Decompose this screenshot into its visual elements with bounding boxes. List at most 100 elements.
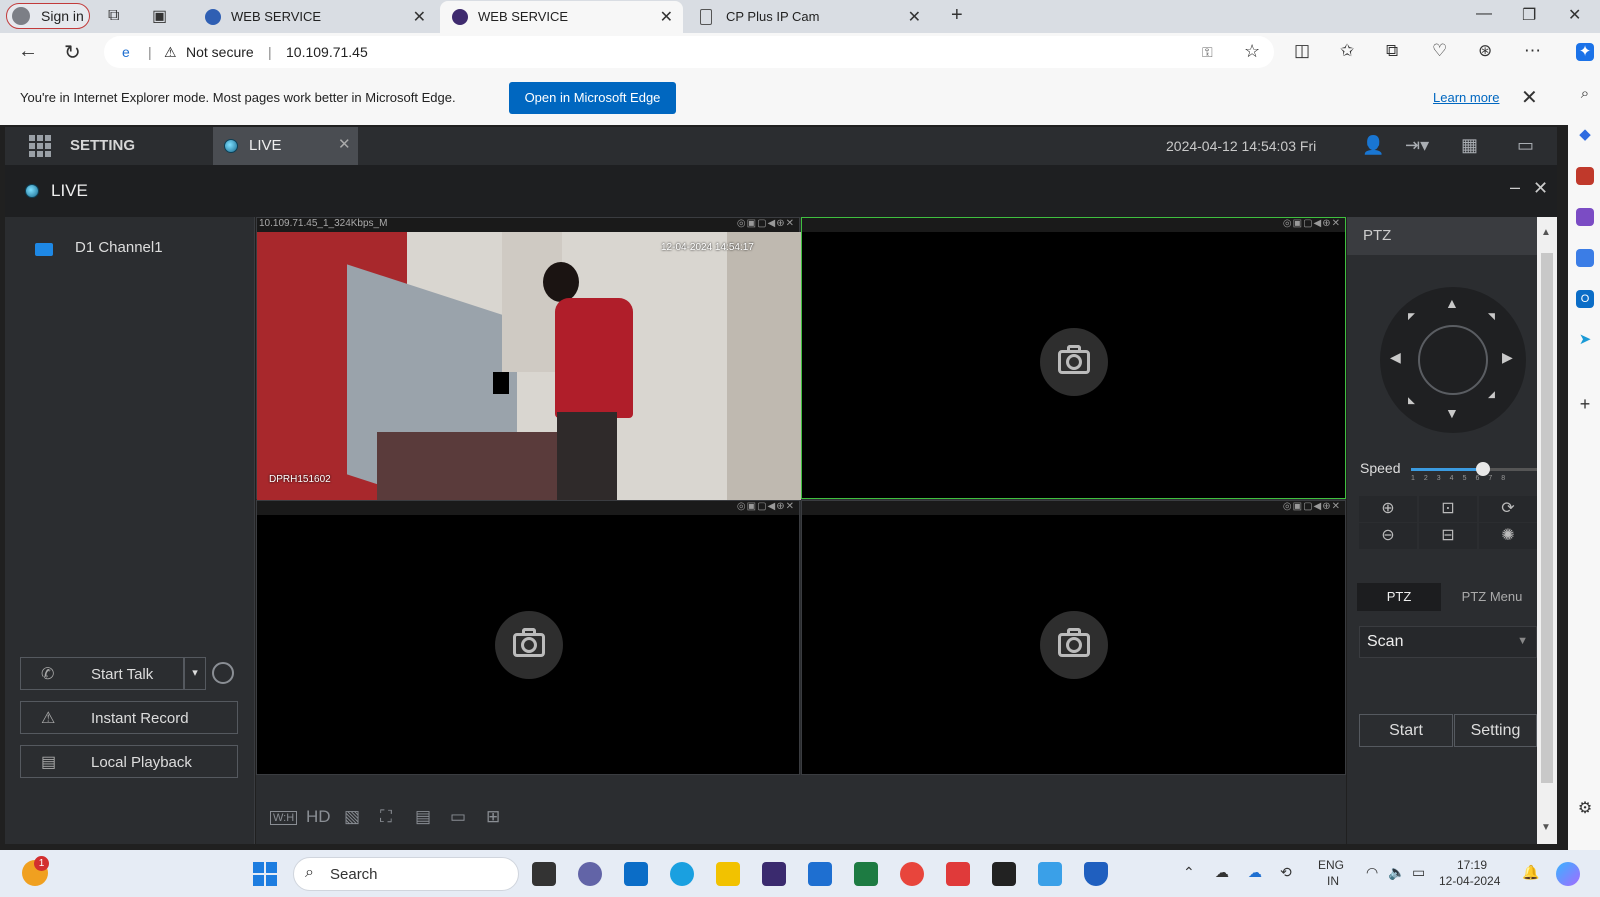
hd-button[interactable]: HD [306,807,331,827]
region-indicator[interactable]: IN [1327,874,1339,888]
restore-window-icon[interactable]: ❐ [1522,5,1536,25]
network-app-icon[interactable] [1038,862,1062,886]
pan-down-left-icon[interactable]: ◣ [1408,395,1415,406]
talk-status-indicator[interactable] [212,662,234,684]
aspect-ratio-button[interactable]: W:H [270,811,298,825]
pan-left-icon[interactable]: ◀ [1390,349,1401,366]
close-banner-icon[interactable]: ✕ [1521,85,1538,110]
url-text[interactable]: 10.109.71.45 [286,44,368,60]
outlook-icon[interactable]: O [1576,290,1594,308]
pan-up-icon[interactable]: ▲ [1445,295,1459,311]
close-tab-icon[interactable]: ✕ [660,7,673,27]
minimize-window-icon[interactable]: — [1476,5,1492,23]
tab-actions-icon[interactable]: ▣ [152,6,167,26]
video-cell-1[interactable]: 10.109.71.45_1_324Kbps_M ◎▣▢◀⊕✕ 12-04-20… [256,217,801,500]
file-explorer-icon[interactable] [716,862,740,886]
camera-channel-icon[interactable] [35,243,53,256]
microsoft-365-icon[interactable] [1576,249,1594,267]
cell-controls[interactable]: ◎▣▢◀⊕✕ [737,501,795,512]
tools-icon[interactable] [1576,167,1594,185]
focus-far-icon[interactable]: ⊟ [1419,523,1477,549]
favorites-icon[interactable]: ✩ [1340,41,1354,61]
anydesk-icon[interactable] [946,862,970,886]
video-cell-2[interactable]: ◎▣▢◀⊕✕ [801,217,1346,499]
speed-slider-knob[interactable] [1476,462,1490,476]
zoom-out-icon[interactable]: ⊖ [1359,523,1417,549]
ptz-direction-pad[interactable]: ▲ ▼ ◀ ▶ ◤ ◥ ◣ ◢ [1380,287,1526,433]
quad-view-icon[interactable]: ⊞ [486,807,500,827]
ie-mode-icon[interactable]: e [122,44,130,60]
close-tab-icon[interactable]: ✕ [908,7,921,27]
clock-date[interactable]: 12-04-2024 [1439,874,1500,888]
teams-icon[interactable] [578,862,602,886]
live-tab[interactable]: LIVE ✕ [213,127,358,165]
instant-record-button[interactable]: ⚠ Instant Record [20,701,238,734]
key-icon[interactable]: ⚿ [1202,44,1213,61]
workspaces-icon[interactable]: ⧉ [108,7,119,25]
edge-taskbar-icon[interactable] [670,862,694,886]
learn-more-link[interactable]: Learn more [1433,90,1499,105]
pan-down-icon[interactable]: ▼ [1445,405,1459,421]
performance-icon[interactable]: ⊛ [1478,41,1492,61]
refresh-icon[interactable]: ↻ [64,40,81,65]
warning-icon[interactable]: ⚠ [164,44,177,61]
copilot-taskbar-icon[interactable] [1556,862,1580,886]
close-panel-icon[interactable]: ✕ [1533,178,1548,199]
pan-up-left-icon[interactable]: ◤ [1408,311,1415,322]
user-icon[interactable]: 👤 [1362,135,1384,156]
qr-code-icon[interactable]: ▦ [1461,135,1478,156]
start-talk-button[interactable]: ✆ Start Talk [20,657,184,690]
stream-icon[interactable]: ▧ [344,807,360,827]
volume-icon[interactable]: 🔈 [1388,864,1405,881]
cell-controls[interactable]: ◎▣▢◀⊕✕ [1283,218,1341,229]
drop-icon[interactable]: ➤ [1576,331,1594,349]
favorite-star-icon[interactable]: ☆ [1244,41,1260,62]
add-sidebar-app-icon[interactable]: + [1576,395,1594,413]
url-box[interactable]: e | ⚠ Not secure | 10.109.71.45 ⚿ ☆ [104,36,1274,68]
not-secure-label[interactable]: Not secure [186,44,254,60]
cell-controls[interactable]: ◎▣▢◀⊕✕ [1283,501,1341,512]
iris-icon[interactable]: ✺ [1479,523,1537,549]
tab-cp-plus[interactable]: CP Plus IP Cam ✕ [688,1,931,33]
clock-time[interactable]: 17:19 [1457,858,1487,872]
full-window-icon[interactable]: ▤ [415,807,431,827]
sidebar-settings-icon[interactable]: ⚙ [1576,800,1594,818]
scroll-up-icon[interactable]: ▲ [1541,227,1551,238]
collections-icon[interactable]: ⧉ [1386,41,1398,61]
split-screen-icon[interactable]: ◫ [1294,41,1310,61]
taskbar-search-box[interactable]: ⌕ Search [293,857,519,891]
sign-in-button[interactable]: Sign in [6,3,90,29]
single-view-icon[interactable]: ▭ [450,807,466,827]
setting-button[interactable]: Setting [1454,714,1537,747]
close-window-icon[interactable]: ✕ [1568,5,1581,25]
fullscreen-monitor-icon[interactable]: ▭ [1517,135,1534,156]
fit-screen-icon[interactable]: ⛶ [380,807,392,827]
tab-web-service-1[interactable]: WEB SERVICE ✕ [193,1,436,33]
tab-web-service-2[interactable]: WEB SERVICE ✕ [440,1,683,33]
back-icon[interactable]: ← [18,40,38,63]
more-options-icon[interactable]: ⋯ [1524,41,1541,61]
search-icon[interactable]: ⌕ [1576,85,1594,103]
logout-icon[interactable]: ⇥▾ [1405,135,1429,156]
video-cell-3[interactable]: ◎▣▢◀⊕✕ [256,500,800,775]
scroll-down-icon[interactable]: ▼ [1541,822,1551,833]
pan-right-icon[interactable]: ▶ [1502,349,1513,366]
setting-menu[interactable]: SETTING [70,137,135,154]
rotate-icon[interactable]: ⟳ [1479,496,1537,522]
copilot-icon[interactable]: ✦ [1576,43,1594,61]
show-hidden-icons-icon[interactable]: ⌃ [1183,864,1195,881]
local-playback-button[interactable]: ▤ Local Playback [20,745,238,778]
close-live-tab-icon[interactable]: ✕ [338,135,351,153]
games-icon[interactable] [1576,208,1594,226]
browser-essentials-icon[interactable]: ♡ [1432,41,1447,61]
pan-up-right-icon[interactable]: ◥ [1488,311,1495,322]
notifications-bell-icon[interactable]: 🔔 [1522,864,1539,881]
ptz-function-select[interactable]: Scan ▼ [1359,626,1537,658]
talk-dropdown-button[interactable]: ▾ [184,657,206,690]
channel-item[interactable]: D1 Channel1 [75,239,163,256]
pan-down-right-icon[interactable]: ◢ [1488,389,1495,400]
zoom-in-icon[interactable]: ⊕ [1359,496,1417,522]
tab-ptz-menu[interactable]: PTZ Menu [1447,583,1537,611]
terminal-icon[interactable] [992,862,1016,886]
video-cell-4[interactable]: ◎▣▢◀⊕✕ [801,500,1346,775]
